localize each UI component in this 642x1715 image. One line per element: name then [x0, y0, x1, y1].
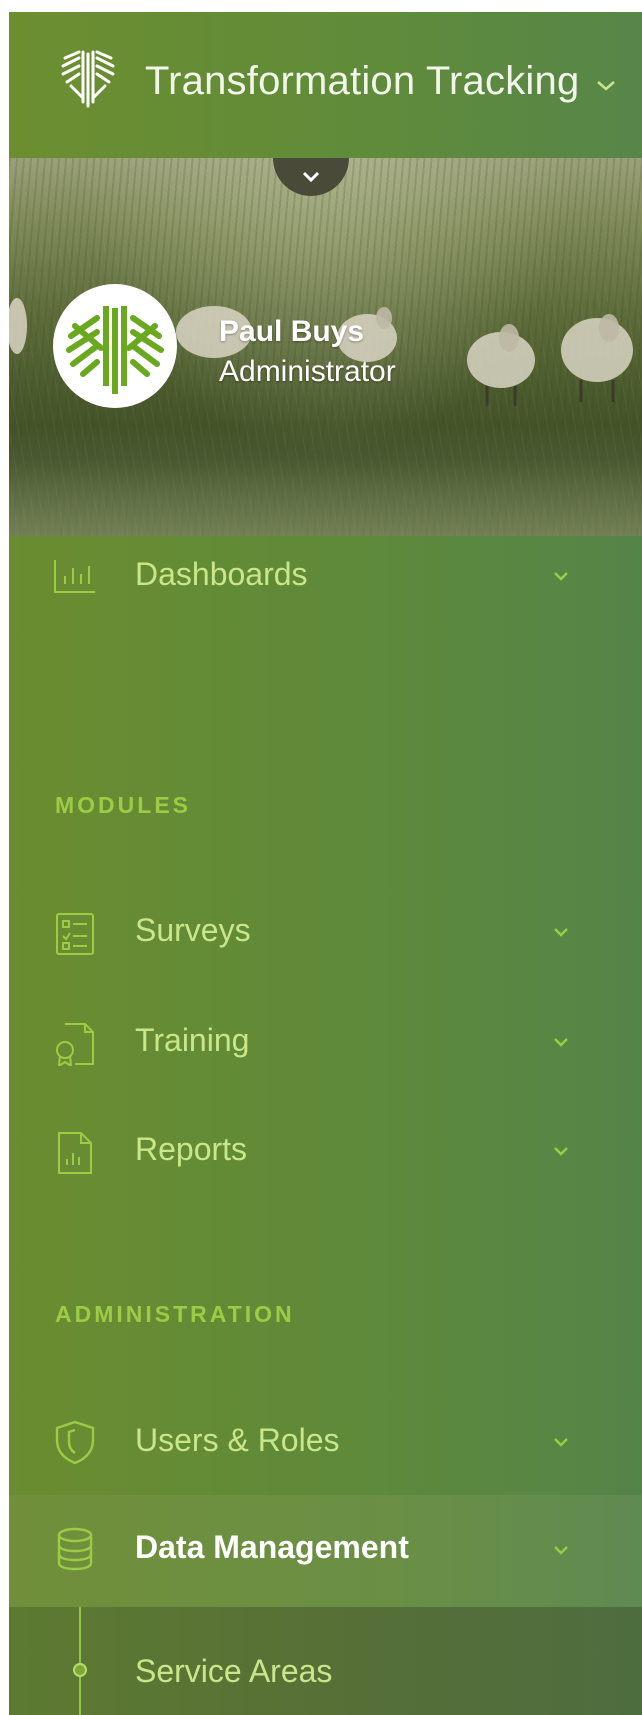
certificate-icon	[56, 1023, 94, 1066]
section-heading-administration: ADMINISTRATION	[55, 1301, 295, 1327]
sidebar: Transformation Tracking Paul Buys Admini…	[9, 12, 642, 1715]
mist-overlay	[9, 426, 642, 536]
avatar[interactable]	[53, 284, 177, 408]
section-heading-modules: MODULES	[55, 792, 191, 818]
nav-item-training[interactable]: Training	[9, 1010, 642, 1070]
nav-label-surveys: Surveys	[135, 912, 251, 948]
chevron-down-icon	[554, 1147, 568, 1156]
nav-label-training: Training	[135, 1022, 250, 1058]
app-header[interactable]: Transformation Tracking	[9, 12, 642, 158]
submenu-bullet	[73, 1663, 87, 1677]
nav-item-data-management[interactable]: Data Management	[9, 1495, 642, 1607]
chevron-down-icon	[554, 928, 568, 937]
chevron-down-icon	[554, 572, 568, 581]
chevron-down-icon[interactable]	[595, 78, 617, 94]
chevron-down-icon	[302, 171, 320, 183]
logo-icon	[61, 50, 115, 108]
shield-icon	[55, 1420, 95, 1464]
user-name[interactable]: Paul Buys	[219, 315, 364, 349]
app-title[interactable]: Transformation Tracking	[145, 59, 579, 104]
submenu-item-service-areas[interactable]: Service Areas	[135, 1653, 332, 1690]
nav-label-users-roles: Users & Roles	[135, 1422, 340, 1458]
nav-item-surveys[interactable]: Surveys	[9, 900, 642, 960]
chevron-down-icon	[554, 1038, 568, 1047]
chevron-down-icon	[554, 1546, 568, 1555]
submenu-data-management: Service Areas	[9, 1607, 642, 1715]
checklist-icon	[56, 913, 94, 955]
nav-label-data-management: Data Management	[135, 1529, 409, 1565]
user-role: Administrator	[219, 355, 396, 388]
database-icon	[57, 1527, 93, 1571]
nav-item-reports[interactable]: Reports	[9, 1119, 642, 1179]
report-chart-icon	[58, 1132, 92, 1174]
nav-item-dashboards[interactable]: Dashboards	[9, 546, 642, 606]
logo-icon	[66, 306, 164, 394]
chevron-down-icon	[554, 1438, 568, 1447]
nav-label-reports: Reports	[135, 1131, 248, 1167]
nav-item-users-roles[interactable]: Users & Roles	[9, 1410, 642, 1470]
submenu-guide-line	[79, 1607, 81, 1715]
bar-chart-icon	[54, 560, 95, 593]
nav-label-dashboards: Dashboards	[135, 556, 308, 592]
